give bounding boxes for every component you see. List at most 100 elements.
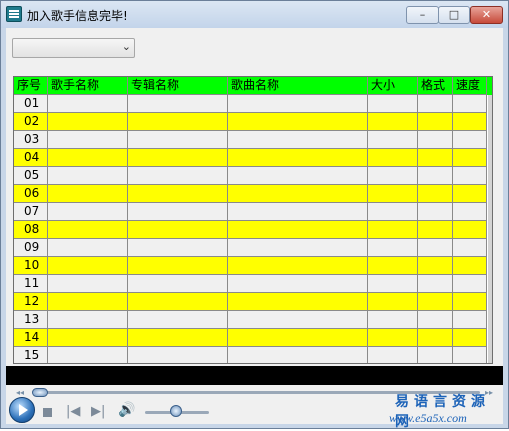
table-cell[interactable] <box>453 149 487 167</box>
table-cell[interactable] <box>453 95 487 113</box>
table-row[interactable]: 05 <box>14 167 492 185</box>
table-row[interactable]: 01 <box>14 95 492 113</box>
table-cell[interactable] <box>368 221 418 239</box>
column-header[interactable]: 专辑名称 <box>128 77 228 95</box>
table-cell[interactable] <box>453 131 487 149</box>
table-cell[interactable] <box>128 311 228 329</box>
row-number[interactable]: 14 <box>14 329 48 347</box>
singer-dropdown[interactable]: ⌄ <box>12 38 135 58</box>
table-cell[interactable] <box>48 131 128 149</box>
table-cell[interactable] <box>228 221 368 239</box>
seek-thumb[interactable] <box>32 388 48 397</box>
table-row[interactable]: 06 <box>14 185 492 203</box>
table-cell[interactable] <box>368 311 418 329</box>
row-number[interactable]: 06 <box>14 185 48 203</box>
table-cell[interactable] <box>453 329 487 347</box>
row-number[interactable]: 08 <box>14 221 48 239</box>
table-cell[interactable] <box>418 149 453 167</box>
table-row[interactable]: 14 <box>14 329 492 347</box>
table-cell[interactable] <box>453 239 487 257</box>
table-cell[interactable] <box>128 149 228 167</box>
table-cell[interactable] <box>228 203 368 221</box>
table-cell[interactable] <box>128 203 228 221</box>
table-cell[interactable] <box>368 239 418 257</box>
table-cell[interactable] <box>453 257 487 275</box>
table-cell[interactable] <box>128 131 228 149</box>
row-number[interactable]: 10 <box>14 257 48 275</box>
table-cell[interactable] <box>453 113 487 131</box>
table-row[interactable]: 03 <box>14 131 492 149</box>
table-cell[interactable] <box>418 239 453 257</box>
table-cell[interactable] <box>128 293 228 311</box>
table-cell[interactable] <box>228 113 368 131</box>
table-cell[interactable] <box>128 95 228 113</box>
table-cell[interactable] <box>228 95 368 113</box>
table-cell[interactable] <box>418 203 453 221</box>
table-cell[interactable] <box>228 347 368 363</box>
maximize-button[interactable]: □ <box>438 6 470 24</box>
table-row[interactable]: 10 <box>14 257 492 275</box>
row-number[interactable]: 01 <box>14 95 48 113</box>
table-cell[interactable] <box>418 275 453 293</box>
table-cell[interactable] <box>368 185 418 203</box>
row-number[interactable]: 07 <box>14 203 48 221</box>
table-cell[interactable] <box>48 185 128 203</box>
table-cell[interactable] <box>48 347 128 363</box>
volume-thumb[interactable] <box>170 405 182 417</box>
table-cell[interactable] <box>368 167 418 185</box>
table-row[interactable]: 04 <box>14 149 492 167</box>
next-button[interactable]: ▶| <box>91 405 105 429</box>
row-number[interactable]: 12 <box>14 293 48 311</box>
table-cell[interactable] <box>418 347 453 363</box>
table-cell[interactable] <box>228 167 368 185</box>
row-number[interactable]: 03 <box>14 131 48 149</box>
table-cell[interactable] <box>48 221 128 239</box>
column-header[interactable]: 歌手名称 <box>48 77 128 95</box>
row-number[interactable]: 04 <box>14 149 48 167</box>
table-cell[interactable] <box>128 239 228 257</box>
table-cell[interactable] <box>48 113 128 131</box>
table-row[interactable]: 15 <box>14 347 492 363</box>
table-cell[interactable] <box>368 95 418 113</box>
volume-icon[interactable]: 🔊 <box>118 403 135 427</box>
table-cell[interactable] <box>418 113 453 131</box>
table-cell[interactable] <box>48 203 128 221</box>
row-number[interactable]: 15 <box>14 347 48 363</box>
row-number[interactable]: 09 <box>14 239 48 257</box>
table-cell[interactable] <box>228 257 368 275</box>
table-cell[interactable] <box>453 347 487 363</box>
table-cell[interactable] <box>48 311 128 329</box>
table-cell[interactable] <box>418 95 453 113</box>
table-cell[interactable] <box>48 167 128 185</box>
table-cell[interactable] <box>48 149 128 167</box>
table-cell[interactable] <box>368 203 418 221</box>
table-cell[interactable] <box>453 185 487 203</box>
row-number[interactable]: 13 <box>14 311 48 329</box>
table-cell[interactable] <box>368 149 418 167</box>
table-cell[interactable] <box>228 185 368 203</box>
table-cell[interactable] <box>453 203 487 221</box>
table-cell[interactable] <box>368 113 418 131</box>
table-cell[interactable] <box>228 293 368 311</box>
table-cell[interactable] <box>128 329 228 347</box>
table-cell[interactable] <box>368 131 418 149</box>
table-row[interactable]: 11 <box>14 275 492 293</box>
table-row[interactable]: 12 <box>14 293 492 311</box>
table-cell[interactable] <box>453 275 487 293</box>
table-cell[interactable] <box>48 329 128 347</box>
table-cell[interactable] <box>368 293 418 311</box>
table-cell[interactable] <box>418 329 453 347</box>
close-button[interactable]: ✕ <box>470 6 503 24</box>
table-cell[interactable] <box>128 275 228 293</box>
table-cell[interactable] <box>128 257 228 275</box>
table-row[interactable]: 09 <box>14 239 492 257</box>
table-cell[interactable] <box>453 221 487 239</box>
table-cell[interactable] <box>48 275 128 293</box>
row-number[interactable]: 02 <box>14 113 48 131</box>
table-cell[interactable] <box>128 113 228 131</box>
table-cell[interactable] <box>228 329 368 347</box>
row-number[interactable]: 05 <box>14 167 48 185</box>
table-cell[interactable] <box>418 185 453 203</box>
stop-button[interactable] <box>43 408 52 417</box>
table-row[interactable]: 13 <box>14 311 492 329</box>
